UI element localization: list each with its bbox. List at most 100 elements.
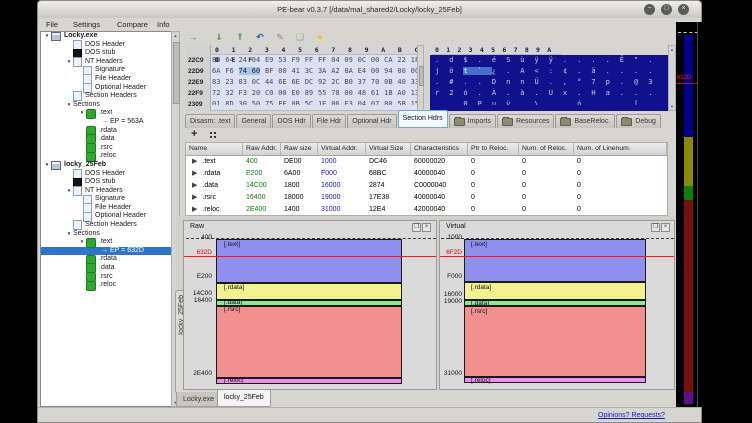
expander-icon[interactable]: ▼ [65,187,73,196]
selected-chars[interactable]: t` [463,67,491,75]
expander-icon[interactable]: ▼ [78,109,86,118]
expander-icon[interactable]: ▼ [43,32,51,41]
title-bar[interactable]: PE-bear v0.3.7 [/data/mal_shared2/Locky/… [38,1,701,18]
table-row[interactable]: ▶.data14C001800160002874C0000040000 [186,180,667,192]
row-expander-icon[interactable]: ▶ [189,206,197,213]
tree-item-dos-header[interactable]: DOS Header [41,170,179,179]
float-panel-icon[interactable]: ❐ [651,223,660,232]
tab-resources[interactable]: Resources [497,114,554,128]
virtual-section-label: [.rdata] [471,284,491,291]
ascii-row[interactable]: .#..DnnÜ.,°7p.@3 [435,77,662,88]
star-icon[interactable]: ★ [313,31,327,43]
expander-icon[interactable]: ▼ [78,238,86,247]
tree-item-entry-point-selected[interactable]: →EP = 632D [41,247,179,256]
tree-item-reloc-section[interactable]: .reloc [41,152,179,161]
tab-dos-hdr[interactable]: DOS Hdr [272,114,310,128]
hex-bytes-row[interactable]: 72 32 F3 20 C0 00 E0 89 55 78 00 48 61 1… [212,88,419,99]
virtual-section-label: [.rsrc] [471,308,487,315]
opinions-requests-link[interactable]: Opinions? Requests? [598,409,665,423]
hex-bytes-row[interactable]: 83 23 03 0C 44 6E 6E DC 92 2C B0 37 70 0… [212,77,419,88]
row-expander-icon[interactable]: ▶ [189,194,197,201]
expander-icon[interactable]: ▼ [43,161,51,170]
fit-columns-icon[interactable] [210,132,212,134]
add-section-button[interactable]: + [191,128,197,141]
tab-disasm-text[interactable]: Disasm: .text [185,114,235,128]
tree-item-data-section[interactable]: .data [41,264,179,273]
tree-item-rdata-section[interactable]: .rdata [41,255,179,264]
ascii-row[interactable]: r2ó.À.à.Ux.Ha... [435,88,662,99]
tree-item-rsrc-section[interactable]: .rsrc [41,144,179,153]
ascii-row[interactable]: .d$.éSùÿÿ....Ê". [435,55,662,66]
close-panel-icon[interactable]: × [661,223,670,232]
tab-section-hdrs[interactable]: Section Hdrs [398,110,448,128]
hex-bytes-row[interactable]: 6A F6 74 60 BF 00 41 3C 3A A2 8A E4 00 9… [212,66,419,77]
hex-scrollbar[interactable] [417,45,424,111]
close-button[interactable]: × [678,4,689,15]
edit-icon[interactable]: ✎ [273,31,287,43]
menu-settings[interactable]: Settings [73,19,100,31]
expander-icon[interactable]: ▼ [65,58,73,67]
file-tab-locky-25feb[interactable]: locky_25Feb [217,390,271,407]
tree-item-file-header[interactable]: File Header [41,204,179,213]
tree-item-rsrc-section[interactable]: .rsrc [41,273,179,282]
tab-debug[interactable]: Debug [616,114,661,128]
tree-item-file-header[interactable]: File Header [41,75,179,84]
tree-item-sections[interactable]: ▼Sections [41,101,179,110]
tree-item-entry-point[interactable]: →EP = 563A [41,118,179,127]
tab-file-hdr[interactable]: File Hdr [312,114,347,128]
tree-item-section-headers[interactable]: Section Headers [41,221,179,230]
undo-icon[interactable]: ↶ [253,31,267,43]
expander-icon[interactable]: ▼ [65,230,73,239]
scroll-up-icon[interactable]: ▲ [172,33,179,38]
tree-item-text-section[interactable]: ▼.text [41,109,179,118]
tree-item-nt-headers[interactable]: ▼NT Headers [41,58,179,67]
tab-optional-hdr[interactable]: Optional Hdr [347,114,396,128]
tree-item-sections[interactable]: ▼Sections [41,230,179,239]
table-row[interactable]: ▶.text400DE001000DC4660000020000 [186,156,667,168]
tab-basereloc[interactable]: BaseReloc. [555,114,615,128]
copy-icon[interactable]: ❏ [293,31,307,43]
tree-item-dos-header[interactable]: DOS Header [41,41,179,50]
tree-item-text-section[interactable]: ▼.text [41,238,179,247]
tree-item-locky-25feb[interactable]: ▼locky_25Feb [41,161,179,170]
close-panel-icon[interactable]: × [422,223,431,232]
maximize-button[interactable]: □ [661,4,672,15]
float-panel-icon[interactable]: ❐ [412,223,421,232]
hex-bytes-row[interactable]: 8D 64 24 04 E9 53 F9 FF FF 04 09 0C 00 C… [212,55,419,66]
scroll-down-icon[interactable]: ▼ [669,104,675,109]
tree-item-dos-stub[interactable]: DOS stub [41,178,179,187]
row-expander-icon[interactable]: ▶ [189,158,197,165]
table-row[interactable]: ▶.reloc2E40014003100012E442000040000 [186,204,667,216]
export-icon[interactable]: ⇑ [233,31,247,43]
tree-item-section-headers[interactable]: Section Headers [41,92,179,101]
menu-info[interactable]: Info [157,19,170,31]
tree-item-optional-header[interactable]: Optional Header [41,212,179,221]
tree-item-optional-header[interactable]: Optional Header [41,84,179,93]
table-row[interactable]: ▶.rsrc16400180001900017E3840000040000 [186,192,667,204]
tree-item-nt-headers[interactable]: ▼NT Headers [41,187,179,196]
menu-compare[interactable]: Compare [117,19,148,31]
import-icon[interactable]: ⇓ [212,31,226,43]
tree-item-reloc-section[interactable]: .reloc [41,281,179,290]
tree-item-locky-exe[interactable]: ▼Locky.exe [41,32,179,41]
scroll-up-icon[interactable]: ▲ [669,47,675,52]
tab-imports[interactable]: Imports [449,114,496,128]
row-expander-icon[interactable]: ▶ [189,170,197,177]
table-row[interactable]: ▶.rdataE2006A00F00068BC40000040000 [186,168,667,180]
selected-bytes[interactable]: 74 60 [239,67,261,75]
minimize-button[interactable]: − [644,4,655,15]
file-tab-locky-exe[interactable]: Locky.exe [176,392,221,407]
tree-item-signature[interactable]: Signature [41,195,179,204]
expander-icon[interactable]: ▼ [65,101,73,110]
goto-arrow-icon[interactable]: → [186,31,200,43]
tab-general[interactable]: General [236,114,271,128]
tree-item-rdata-section[interactable]: .rdata [41,127,179,136]
ascii-scrollbar[interactable]: ▲ ▼ [668,45,676,111]
tree-item-signature[interactable]: Signature [41,66,179,75]
tree-item-dos-stub[interactable]: DOS stub [41,49,179,58]
menu-file[interactable]: File [46,19,58,31]
row-expander-icon[interactable]: ▶ [189,182,197,189]
raw-band-text [216,239,402,283]
ascii-row[interactable]: jöt`¿.A<:¢.ä.... [435,66,662,77]
tree-item-data-section[interactable]: .data [41,135,179,144]
